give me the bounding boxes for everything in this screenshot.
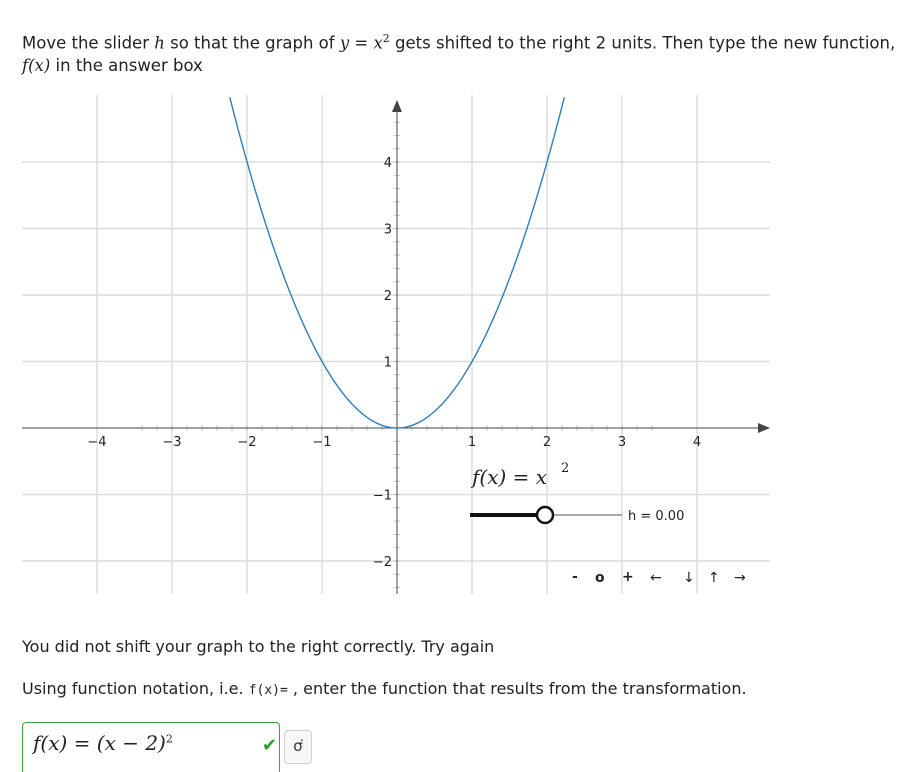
answer-value: f(x) = (x − 2)2 bbox=[33, 731, 173, 755]
plus-button[interactable]: + bbox=[622, 569, 634, 585]
instruction-text: Using function notation, i.e. f(x)= , en… bbox=[22, 679, 747, 698]
graph-canvas[interactable]: −4 −3 −2 −1 1 2 3 4 4 3 2 1 −1 −2 f(x) = x 2 h = 0.00… bbox=[0, 0, 910, 620]
instruction-code: f(x)= bbox=[248, 683, 288, 698]
y-tick-label: 2 bbox=[384, 289, 392, 304]
x-tick-label: −3 bbox=[162, 435, 181, 450]
feedback-message: You did not shift your graph to the righ… bbox=[22, 637, 495, 656]
x-tick-label: 2 bbox=[543, 435, 551, 450]
y-tick-label: 3 bbox=[384, 223, 392, 238]
h-slider[interactable]: h = 0.00 bbox=[470, 505, 684, 525]
y-tick-label: −1 bbox=[373, 489, 392, 504]
slider-value-label: h = 0.00 bbox=[628, 509, 684, 524]
function-label-exp: 2 bbox=[561, 461, 569, 476]
slider-handle[interactable] bbox=[535, 505, 555, 525]
y-axis-arrow bbox=[392, 100, 402, 112]
minus-button[interactable]: - bbox=[572, 569, 578, 585]
function-label: f(x) = x 2 bbox=[470, 461, 569, 489]
reset-button[interactable]: o bbox=[595, 570, 605, 586]
instruction-before: Using function notation, i.e. bbox=[22, 679, 249, 698]
y-tick-label: 4 bbox=[384, 156, 392, 171]
x-tick-label: −1 bbox=[312, 435, 331, 450]
x-tick-label: −2 bbox=[237, 435, 256, 450]
answer-expression: f(x) = (x − 2) bbox=[33, 731, 166, 755]
arrow-left-icon[interactable]: ← bbox=[650, 570, 662, 586]
y-tick-label: 1 bbox=[384, 356, 392, 371]
arrow-right-icon[interactable]: → bbox=[734, 570, 746, 586]
instruction-after: , enter the function that results from t… bbox=[287, 679, 747, 698]
arrow-down-icon[interactable]: ↓ bbox=[683, 570, 695, 586]
answer-input[interactable]: f(x) = (x − 2)2 bbox=[22, 722, 280, 772]
symbol-keyboard-button[interactable]: σ͘ bbox=[284, 730, 312, 764]
x-tick-label: 1 bbox=[468, 435, 476, 450]
x-tick-label: 4 bbox=[693, 435, 701, 450]
y-tick-label: −2 bbox=[373, 555, 392, 570]
x-tick-label: 3 bbox=[618, 435, 626, 450]
x-tick-label: −4 bbox=[87, 435, 106, 450]
check-icon: ✔ bbox=[262, 735, 278, 756]
arrow-up-icon[interactable]: ↑ bbox=[708, 570, 720, 586]
x-axis-arrow bbox=[758, 423, 770, 433]
slider-controls: - o + ← ↓ ↑ → bbox=[572, 569, 746, 586]
answer-exponent: 2 bbox=[165, 732, 173, 746]
function-label-text: f(x) = x bbox=[470, 465, 547, 489]
